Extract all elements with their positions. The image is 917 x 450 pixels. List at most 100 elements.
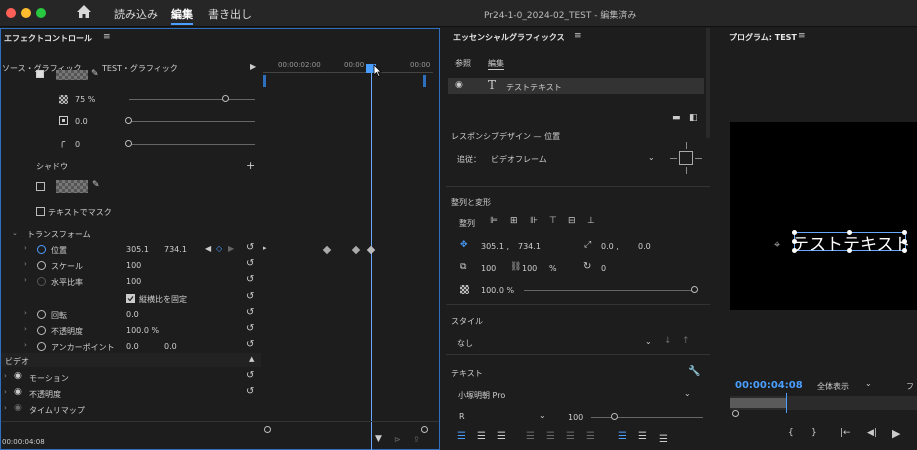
opacity2-toggle-icon[interactable]: › — [4, 388, 7, 396]
text-mask-checkbox[interactable] — [36, 207, 45, 216]
anchor-x-value[interactable]: 0.0 — [126, 342, 139, 351]
bbox-handle[interactable] — [902, 239, 907, 244]
keyframe-nav-left-icon[interactable]: ▸ — [263, 244, 267, 252]
chevron-down-icon[interactable]: ⌄ — [539, 411, 546, 420]
mark-in-icon[interactable]: { — [788, 428, 794, 438]
fill-checkbox[interactable] — [36, 70, 44, 78]
rotation-toggle-icon[interactable]: › — [24, 309, 27, 317]
home-icon[interactable] — [76, 4, 92, 21]
align-text-center-icon[interactable]: ☰ — [477, 431, 486, 442]
opacity2-visibility-icon[interactable]: ◉ — [14, 387, 22, 397]
align-center-v-icon[interactable]: ⊟ — [568, 216, 576, 226]
align-center-h-icon[interactable]: ⊞ — [510, 216, 518, 226]
rotation-value[interactable]: 0.0 — [126, 310, 139, 319]
corner-slider[interactable] — [129, 144, 255, 145]
font-size-knob[interactable] — [611, 413, 618, 420]
chevron-down-icon[interactable]: ⌄ — [645, 337, 652, 346]
work-area-start[interactable] — [263, 75, 266, 87]
bbox-handle[interactable] — [902, 248, 907, 253]
export-icon[interactable]: ⇪ — [413, 435, 420, 444]
program-timecode[interactable]: 00:00:04:08 — [735, 380, 803, 391]
rotation-stopwatch-icon[interactable] — [37, 310, 46, 319]
play-clip-icon[interactable]: ▶ — [250, 62, 256, 71]
push-style-icon[interactable]: ↓ — [664, 336, 672, 346]
eg-opacity-knob[interactable] — [691, 286, 698, 293]
align-top-icon[interactable]: ⊤ — [549, 216, 557, 226]
nav-edit[interactable]: 編集 — [171, 6, 193, 25]
pin-to-edges-icon[interactable] — [670, 142, 704, 176]
corner-knob[interactable] — [125, 140, 132, 147]
rotation-reset-icon[interactable]: ↺ — [246, 307, 254, 318]
layer-opacity-knob[interactable] — [222, 95, 229, 102]
eg-opacity-slider[interactable] — [524, 290, 694, 291]
zoom-right-handle[interactable] — [421, 426, 428, 433]
minimize-window-button[interactable] — [21, 8, 31, 18]
anchor-y-value[interactable]: 0.0 — [164, 342, 177, 351]
position-keyframe[interactable] — [322, 245, 332, 255]
style-select[interactable]: なし — [457, 338, 473, 349]
eg-scrollbar[interactable] — [706, 28, 710, 138]
sequence-label[interactable]: TEST・グラフィック — [102, 63, 178, 74]
font-size-value[interactable]: 100 — [568, 413, 583, 422]
add-shadow-icon[interactable]: + — [246, 159, 255, 172]
opacity-toggle-icon[interactable]: › — [24, 325, 27, 333]
align-text-right-icon[interactable]: ☰ — [497, 431, 506, 442]
lock-aspect-checkbox[interactable] — [126, 294, 135, 303]
zoom-select[interactable]: 全体表示 — [817, 381, 849, 392]
eg-anchor-x[interactable]: 0.0 , — [601, 242, 619, 251]
filter-icon[interactable]: ▼ — [375, 434, 382, 444]
panel-menu-icon[interactable]: ≡ — [574, 31, 582, 41]
font-style-select[interactable]: R — [459, 412, 465, 421]
eg-rotation[interactable]: 0 — [601, 264, 606, 273]
eg-anchor-y[interactable]: 0.0 — [638, 242, 651, 251]
justify-center-icon[interactable]: ☰ — [546, 431, 555, 442]
next-keyframe-icon[interactable]: ▶ — [228, 244, 234, 253]
justify-right-icon[interactable]: ☰ — [566, 431, 575, 442]
align-right-icon[interactable]: ⊪ — [530, 216, 538, 226]
link-icon[interactable]: ⛓ — [510, 262, 521, 272]
eye-icon[interactable]: ◉ — [455, 80, 463, 90]
new-layer-icon[interactable]: ◧ — [689, 113, 698, 123]
align-bottom-icon[interactable]: ⊥ — [587, 216, 595, 226]
program-playhead[interactable] — [786, 393, 787, 413]
layer-opacity-value[interactable]: 75 % — [75, 95, 95, 104]
eg-scale-h[interactable]: 100 — [522, 264, 537, 273]
scale-stopwatch-icon[interactable] — [37, 261, 46, 270]
eg-position-x[interactable]: 305.1 , — [481, 242, 509, 251]
scale-toggle-icon[interactable]: › — [24, 260, 27, 268]
maximize-window-button[interactable] — [36, 8, 46, 18]
zoom-left-handle[interactable] — [264, 426, 271, 433]
program-time-ruler[interactable] — [730, 396, 917, 410]
nav-import[interactable]: 読み込み — [114, 6, 158, 22]
chevron-down-icon[interactable]: ⌄ — [648, 153, 655, 162]
square-knob[interactable] — [125, 117, 132, 124]
justify-all-icon[interactable]: ☰ — [586, 431, 595, 442]
tab-browse[interactable]: 参照 — [455, 58, 471, 69]
motion-visibility-icon[interactable]: ◉ — [14, 371, 22, 381]
corner-value[interactable]: 0 — [75, 140, 80, 149]
square-slider[interactable] — [129, 121, 255, 122]
resolution-select[interactable]: フ — [906, 381, 914, 392]
anchor-stopwatch-icon[interactable] — [37, 342, 46, 351]
go-to-in-icon[interactable]: |← — [840, 428, 851, 438]
align-middle-text-icon[interactable]: ☰ — [638, 431, 647, 442]
position-x-value[interactable]: 305.1 — [126, 245, 149, 254]
opacity-value[interactable]: 100.0 % — [126, 326, 159, 335]
eg-position-y[interactable]: 734.1 — [518, 242, 541, 251]
tab-edit[interactable]: 編集 — [488, 58, 504, 70]
close-window-button[interactable] — [6, 8, 16, 18]
collapse-video-icon[interactable]: ▲ — [249, 355, 254, 363]
shadow-color-swatch[interactable] — [56, 180, 88, 193]
align-text-left-icon[interactable]: ☰ — [457, 431, 466, 442]
fill-eyedropper-icon[interactable]: ✎ — [91, 69, 99, 79]
justify-left-icon[interactable]: ☰ — [526, 431, 535, 442]
position-reset-icon[interactable]: ↺ — [246, 242, 254, 253]
position-toggle-icon[interactable]: › — [24, 244, 27, 252]
position-keyframe[interactable] — [366, 245, 376, 255]
panel-menu-icon[interactable]: ≡ — [103, 32, 111, 42]
fill-color-swatch[interactable] — [56, 70, 88, 80]
align-left-icon[interactable]: ⊫ — [490, 216, 498, 226]
opacity-stopwatch-icon[interactable] — [37, 326, 46, 335]
eg-opacity[interactable]: 100.0 % — [481, 286, 514, 295]
anchor-reset-icon[interactable]: ↺ — [246, 339, 254, 350]
